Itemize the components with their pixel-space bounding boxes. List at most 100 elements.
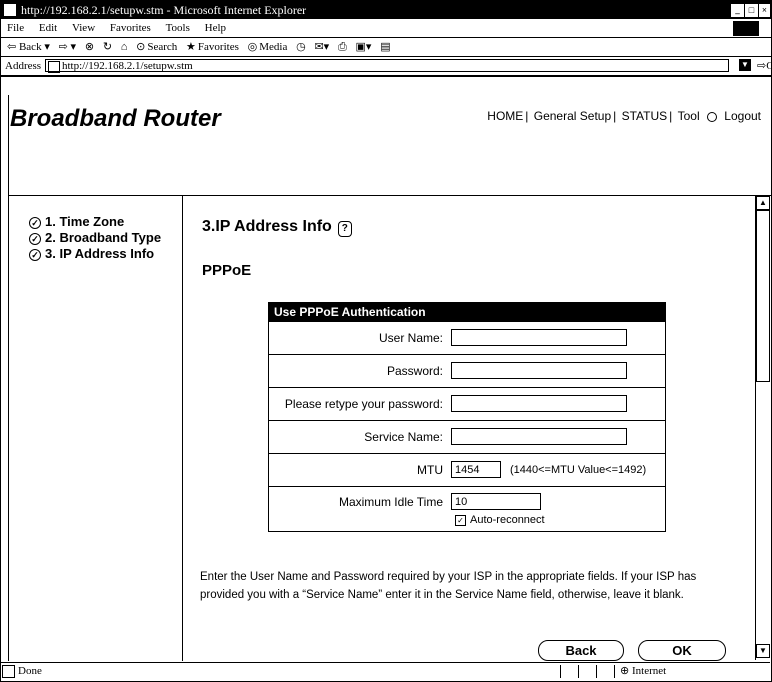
status-divider	[596, 665, 597, 678]
check-icon: ✓	[29, 233, 41, 245]
vertical-scrollbar[interactable]: ▲ ▼	[755, 196, 770, 660]
form-row-retype-password: Please retype your password:	[268, 388, 666, 421]
form-row-service-name: Service Name:	[268, 421, 666, 454]
internet-zone: ⊕ Internet	[620, 665, 667, 677]
search-label: Search	[147, 41, 178, 53]
back-button-page[interactable]: Back	[538, 640, 624, 661]
status-divider	[614, 665, 615, 678]
title-bar: http://192.168.2.1/setupw.stm - Microsof…	[1, 1, 771, 19]
menu-edit[interactable]: Edit	[39, 20, 57, 37]
mtu-input[interactable]	[451, 461, 501, 478]
close-button[interactable]: ×	[759, 4, 770, 17]
password-label: Password:	[386, 364, 443, 378]
zone-label: Internet	[631, 665, 667, 677]
menu-favorites[interactable]: Favorites	[110, 20, 151, 37]
sidebar-item-label: 1. Time Zone	[45, 214, 125, 229]
form-row-password: Password:	[268, 355, 666, 388]
ok-button[interactable]: OK	[638, 640, 726, 661]
sidebar-item-broadband-type[interactable]: ✓ 2. Broadband Type	[29, 230, 161, 245]
stop-button[interactable]: ⊗	[85, 38, 94, 56]
print-icon[interactable]: ⎙	[338, 38, 347, 56]
status-divider	[560, 665, 561, 678]
service-name-input[interactable]	[451, 428, 627, 445]
service-name-label: Service Name:	[364, 430, 443, 444]
sidebar-item-label: 3. IP Address Info	[45, 246, 155, 261]
page-title: 3.IP Address Info?	[202, 218, 352, 237]
password-input[interactable]	[451, 362, 627, 379]
address-input[interactable]: http://192.168.2.1/setupw.stm	[45, 59, 729, 73]
ie-icon	[4, 4, 16, 16]
go-button[interactable]: ⇨Go	[757, 57, 772, 75]
nav-tool[interactable]: Tool	[678, 109, 700, 123]
description-text: Enter the User Name and Password require…	[200, 571, 697, 601]
idle-time-label: Maximum Idle Time	[338, 495, 443, 509]
brand-title: Broadband Router	[10, 105, 221, 132]
address-bar: Address http://192.168.2.1/setupw.stm ▼ …	[1, 57, 772, 77]
refresh-button[interactable]: ↻	[103, 38, 112, 56]
section-title: PPPoE	[202, 262, 252, 279]
main-content: 3.IP Address Info? PPPoE Use PPPoE Authe…	[182, 196, 754, 661]
auto-reconnect-checkbox[interactable]: ✓ Auto-reconnect	[455, 514, 545, 526]
check-icon: ✓	[29, 217, 41, 229]
mtu-hint: (1440<=MTU Value<=1492)	[510, 464, 647, 476]
back-button[interactable]: ⇦ Back ▾	[7, 38, 50, 56]
mtu-label: MTU	[417, 463, 443, 477]
search-button[interactable]: ⊙ Search	[136, 38, 177, 56]
address-dropdown-icon[interactable]: ▼	[739, 59, 751, 71]
status-text: Done	[18, 665, 42, 677]
favorites-button[interactable]: ★ Favorites	[186, 38, 239, 56]
history-icon[interactable]: ◷	[296, 38, 306, 56]
maximize-button[interactable]: □	[745, 4, 758, 17]
logout-icon	[706, 111, 717, 122]
form-row-idle-time: Maximum Idle Time ✓ Auto-reconnect	[268, 487, 666, 532]
user-name-label: User Name:	[378, 331, 443, 345]
retype-password-input[interactable]	[451, 395, 627, 412]
retype-password-label: Please retype your password:	[284, 397, 443, 411]
form-row-mtu: MTU (1440<=MTU Value<=1492)	[268, 454, 666, 487]
nav-status[interactable]: STATUS	[622, 109, 668, 123]
address-label: Address	[5, 60, 42, 72]
menu-file[interactable]: File	[7, 20, 24, 37]
checkbox-checked-icon: ✓	[455, 515, 466, 526]
auto-reconnect-label: Auto-reconnect	[470, 514, 545, 526]
page-icon	[48, 61, 60, 73]
user-name-input[interactable]	[451, 329, 627, 346]
nav-home[interactable]: HOME	[487, 109, 523, 123]
sidebar-item-label: 2. Broadband Type	[45, 230, 162, 245]
menu-bar: File Edit View Favorites Tools Help	[1, 20, 771, 38]
sidebar: ✓ 1. Time Zone ✓ 2. Broadband Type ✓ 3. IP …	[8, 196, 183, 661]
sidebar-item-time-zone[interactable]: ✓ 1. Time Zone	[29, 214, 124, 229]
media-button[interactable]: ◎ Media	[248, 38, 288, 56]
status-divider	[578, 665, 579, 678]
nav-general-setup[interactable]: General Setup	[534, 109, 611, 123]
top-nav: HOME | General Setup | STATUS | Tool Logout	[487, 109, 761, 123]
page-header: Broadband Router HOME | General Setup | ST…	[8, 95, 771, 196]
home-button[interactable]: ⌂	[121, 38, 128, 56]
nav-logout[interactable]: Logout	[724, 109, 761, 123]
idle-time-input[interactable]	[451, 493, 541, 510]
form-header: Use PPPoE Authentication	[268, 302, 666, 322]
scroll-thumb[interactable]	[756, 210, 770, 382]
address-url: http://192.168.2.1/setupw.stm	[62, 60, 193, 72]
menu-tools[interactable]: Tools	[166, 20, 190, 37]
discuss-icon[interactable]: ▤	[380, 38, 390, 56]
menu-view[interactable]: View	[72, 20, 95, 37]
windows-logo-icon	[733, 21, 759, 36]
pppoe-form: Use PPPoE Authentication User Name: Pass…	[268, 302, 666, 532]
mail-icon[interactable]: ✉▾	[314, 38, 329, 56]
sidebar-item-ip-address-info[interactable]: ✓ 3. IP Address Info	[29, 246, 154, 261]
forward-button[interactable]: ⇨ ▾	[59, 38, 77, 56]
edit-icon[interactable]: ▣▾	[356, 38, 372, 56]
status-bar: Done ⊕ Internet	[0, 662, 770, 680]
favorites-label: Favorites	[197, 41, 239, 53]
window-title: http://192.168.2.1/setupw.stm - Microsof…	[21, 3, 307, 17]
media-label: Media	[259, 41, 288, 53]
menu-help[interactable]: Help	[205, 20, 226, 37]
minimize-button[interactable]: _	[731, 4, 744, 17]
help-icon[interactable]: ?	[337, 221, 352, 237]
toolbar: ⇦ Back ▾ ⇨ ▾ ⊗ ↻ ⌂ ⊙ Search ★ Favorites ◎ M…	[1, 38, 771, 57]
check-icon: ✓	[29, 249, 41, 261]
form-row-user-name: User Name:	[268, 322, 666, 355]
scroll-up-icon[interactable]: ▲	[756, 196, 770, 210]
scroll-down-icon[interactable]: ▼	[756, 644, 770, 658]
